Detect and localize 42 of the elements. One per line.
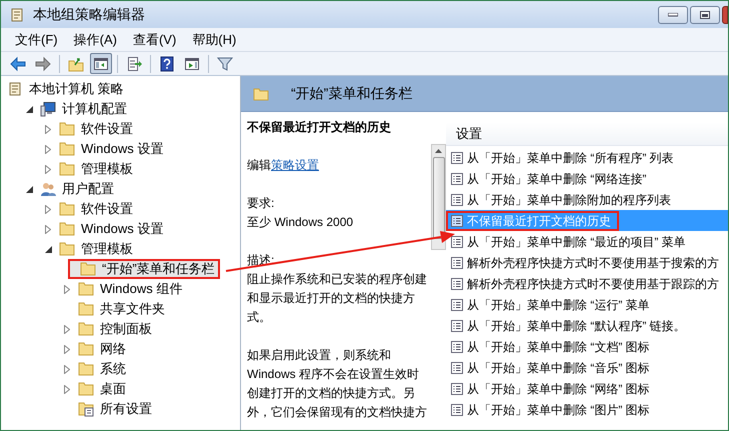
tree-item[interactable]: 系统 [78,359,129,379]
window-title: 本地组策略编辑器 [33,5,145,24]
tree-item[interactable]: 本地计算机 策略 [7,79,127,99]
tree-item[interactable]: 软件设置 [59,119,136,139]
description-text: 如果启用此设置，则系统和 Windows 程序不会在设置生效时创建打开的文档的快捷方式。另外，它们会保留现有的文档快捷方 [247,347,427,421]
setting-row[interactable]: 从「开始」菜单中删除 “默认程序” 链接。 [446,315,728,336]
policy-title: 不保留最近打开文档的历史 [247,119,392,136]
policy-settings-link[interactable]: 策略设置 [271,156,319,175]
tree-item[interactable]: 所有设置 [78,399,155,419]
menu-item[interactable]: 文件(F) [9,30,64,50]
folder-title: “开始”菜单和任务栏 [291,84,412,103]
requirements-text: 至少 Windows 2000 [247,214,354,231]
tree-item[interactable]: 管理模板 [59,159,136,179]
setting-row[interactable]: 从「开始」菜单中删除 “最近的项目” 菜单 [446,231,728,252]
setting-row[interactable]: 解析外壳程序快捷方式时不要使用基于搜索的方 [446,252,728,273]
tree-item[interactable]: 控制面板 [78,319,155,339]
tree-item[interactable]: “开始”菜单和任务栏 [68,259,220,279]
requirements-label: 要求: [247,195,276,212]
tree-item[interactable]: 共享文件夹 [78,299,168,319]
setting-row[interactable]: 从「开始」菜单中删除 “网络连接” [446,168,728,189]
tree-item[interactable]: Windows 设置 [59,219,166,239]
setting-row[interactable]: 从「开始」菜单中删除 “所有程序” 列表 [446,147,728,168]
edit-label: 编辑 [247,157,271,174]
setting-row[interactable]: 解析外壳程序快捷方式时不要使用基于跟踪的方 [446,273,728,294]
tree-item[interactable]: 管理模板 [59,239,136,259]
setting-row[interactable]: 从「开始」菜单中删除 “网络” 图标 [446,378,728,399]
tree-item[interactable]: 计算机配置 [40,99,130,119]
tree-item[interactable]: Windows 设置 [59,139,166,159]
setting-row[interactable]: 从「开始」菜单中删除 “文档” 图标 [446,336,728,357]
tree-item[interactable]: 软件设置 [59,199,136,219]
setting-row[interactable]: 从「开始」菜单中删除 “运行” 菜单 [446,294,728,315]
tree-item[interactable]: 桌面 [78,379,129,399]
tree-item[interactable]: 用户配置 [40,179,117,199]
setting-row[interactable]: 从「开始」菜单中删除 “图片” 图标 [446,399,728,420]
description-text: 阻止操作系统和已安装的程序创建和显示最近打开的文档的快捷方式。 [247,271,427,326]
setting-row[interactable]: 从「开始」菜单中删除 “音乐” 图标 [446,357,728,378]
setting-row[interactable]: 从「开始」菜单中删除附加的程序列表 [446,189,728,210]
menu-item[interactable]: 查看(V) [126,30,182,50]
tree-item[interactable]: 网络 [78,339,129,359]
tree-item[interactable]: Windows 组件 [78,279,186,299]
menu-item[interactable]: 帮助(H) [186,30,242,50]
menu-item[interactable]: 操作(A) [68,30,123,50]
